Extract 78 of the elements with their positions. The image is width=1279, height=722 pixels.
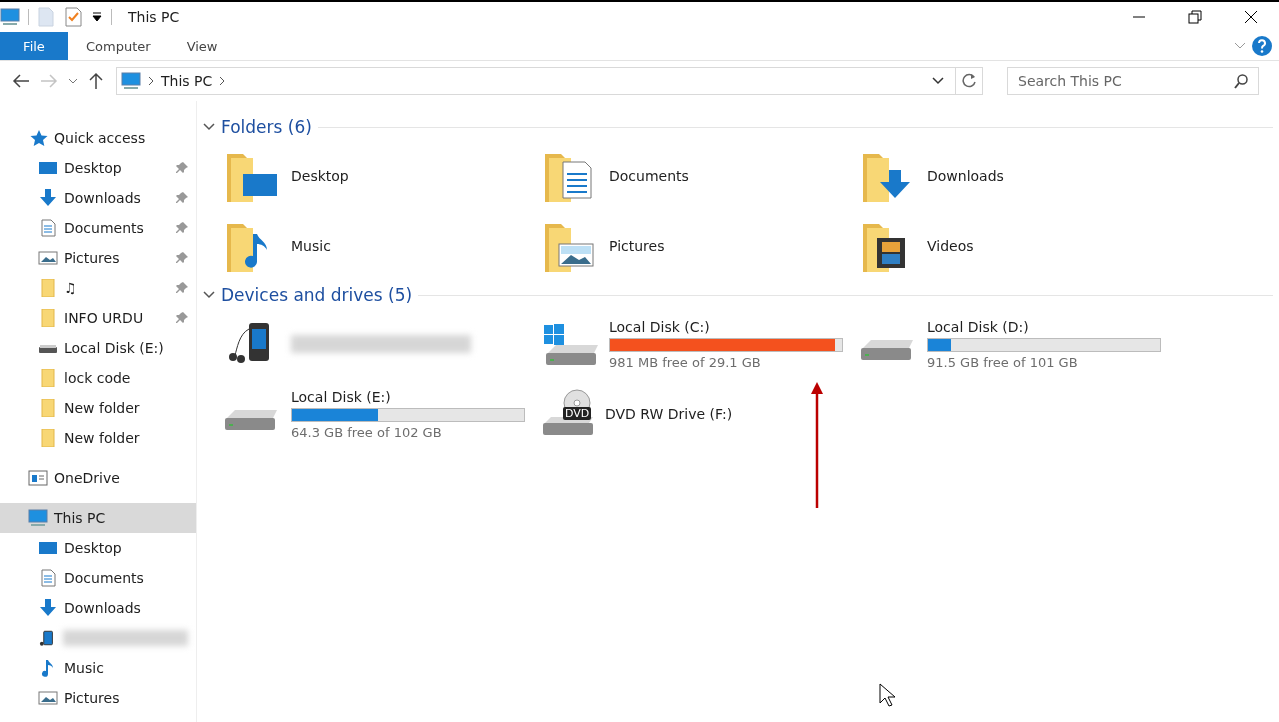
sidebar-item[interactable]: Quick access [0, 123, 196, 153]
sidebar-item[interactable]: Downloads [0, 593, 196, 623]
sidebar-item[interactable]: Downloads [0, 183, 196, 213]
drive-label[interactable]: Local Disk (D:) [927, 318, 1161, 335]
folder-label[interactable]: Downloads [927, 168, 1004, 184]
computer-icon [121, 72, 141, 90]
folder-icon [38, 279, 58, 297]
sidebar-item[interactable]: Desktop [0, 533, 196, 563]
section-header[interactable]: Devices and drives (5) [221, 285, 413, 305]
pin-icon [176, 282, 188, 294]
sidebar-item[interactable]: INFO URDU [0, 303, 196, 333]
free-space-text: 64.3 GB free of 102 GB [291, 424, 443, 440]
pin-icon [176, 252, 188, 264]
folder-icon [38, 309, 58, 327]
folder-label[interactable]: Documents [609, 168, 689, 184]
sidebar-item[interactable]: Local Disk (E:) [0, 333, 196, 363]
sidebar-item[interactable]: Music [0, 653, 196, 683]
dropdown-icon[interactable] [931, 76, 945, 86]
search-field[interactable]: Search This PC [1007, 67, 1259, 95]
address-field[interactable]: This PC [116, 67, 956, 95]
drive-label[interactable]: DVD RW Drive (F:) [605, 406, 733, 422]
document-icon [38, 219, 58, 237]
window-icon [28, 469, 48, 487]
breadcrumb[interactable]: This PC [161, 73, 213, 89]
sidebar-item[interactable]: lock code [0, 363, 196, 393]
search-icon [1233, 73, 1249, 89]
folder-icon [38, 369, 58, 387]
pin-icon [176, 192, 188, 204]
sidebar-item[interactable]: Desktop [0, 153, 196, 183]
folder-label[interactable]: Desktop [291, 168, 349, 184]
chevron-icon[interactable] [218, 76, 227, 86]
sidebar-item[interactable]: Documents [0, 563, 196, 593]
collapse-icon[interactable] [203, 122, 215, 132]
pin-icon [176, 312, 188, 324]
download-icon [38, 189, 58, 207]
checklist-page-icon[interactable] [63, 6, 83, 28]
mouse-cursor-icon [879, 683, 895, 707]
computer-icon [28, 509, 48, 527]
free-space-text: 981 MB free of 29.1 GB [609, 354, 762, 370]
dropdown-icon[interactable] [91, 11, 103, 23]
sidebar-item[interactable]: Documents [0, 213, 196, 243]
folder-label[interactable]: Pictures [609, 238, 665, 254]
sidebar-item[interactable]: ♫ [0, 273, 196, 303]
collapse-icon[interactable] [203, 290, 215, 300]
pin-icon [176, 222, 188, 234]
dvd-badge: DVD [563, 407, 592, 420]
computer-icon [0, 8, 20, 26]
section-header[interactable]: Folders (6) [221, 117, 312, 137]
restore-icon [1188, 10, 1202, 24]
refresh-icon [962, 73, 976, 89]
desktop-icon [38, 539, 58, 557]
ribbon-tab[interactable]: Computer [68, 32, 169, 60]
desktop-icon [38, 159, 58, 177]
refresh-button[interactable] [955, 67, 983, 95]
ribbon-tab[interactable]: View [168, 32, 236, 60]
picture-icon [38, 689, 58, 707]
folder-icon [38, 429, 58, 447]
drive-label[interactable]: Local Disk (E:) [291, 388, 525, 405]
ribbon-tab[interactable]: File [0, 32, 68, 60]
close-icon [1244, 10, 1258, 24]
picture-icon [38, 249, 58, 267]
chevron-icon [147, 76, 155, 86]
sidebar-item[interactable]: OneDrive [0, 463, 196, 493]
download-icon [38, 599, 58, 617]
star-icon [28, 129, 48, 147]
document-icon [38, 569, 58, 587]
folder-label[interactable]: Music [291, 238, 331, 254]
drive-label[interactable]: Local Disk (C:) [609, 318, 843, 335]
sidebar-item[interactable]: Pictures [0, 243, 196, 273]
sidebar-item[interactable]: Pictures [0, 683, 196, 713]
sidebar-item[interactable]: This PC [0, 503, 196, 533]
free-space-text: 91.5 GB free of 101 GB [927, 354, 1079, 370]
sidebar-item[interactable]: New folder [0, 423, 196, 453]
pin-icon [176, 162, 188, 174]
sidebar-item[interactable]: New folder [0, 393, 196, 423]
window-title: This PC [128, 9, 180, 25]
folder-icon [38, 399, 58, 417]
folder-label[interactable]: Videos [927, 238, 974, 254]
